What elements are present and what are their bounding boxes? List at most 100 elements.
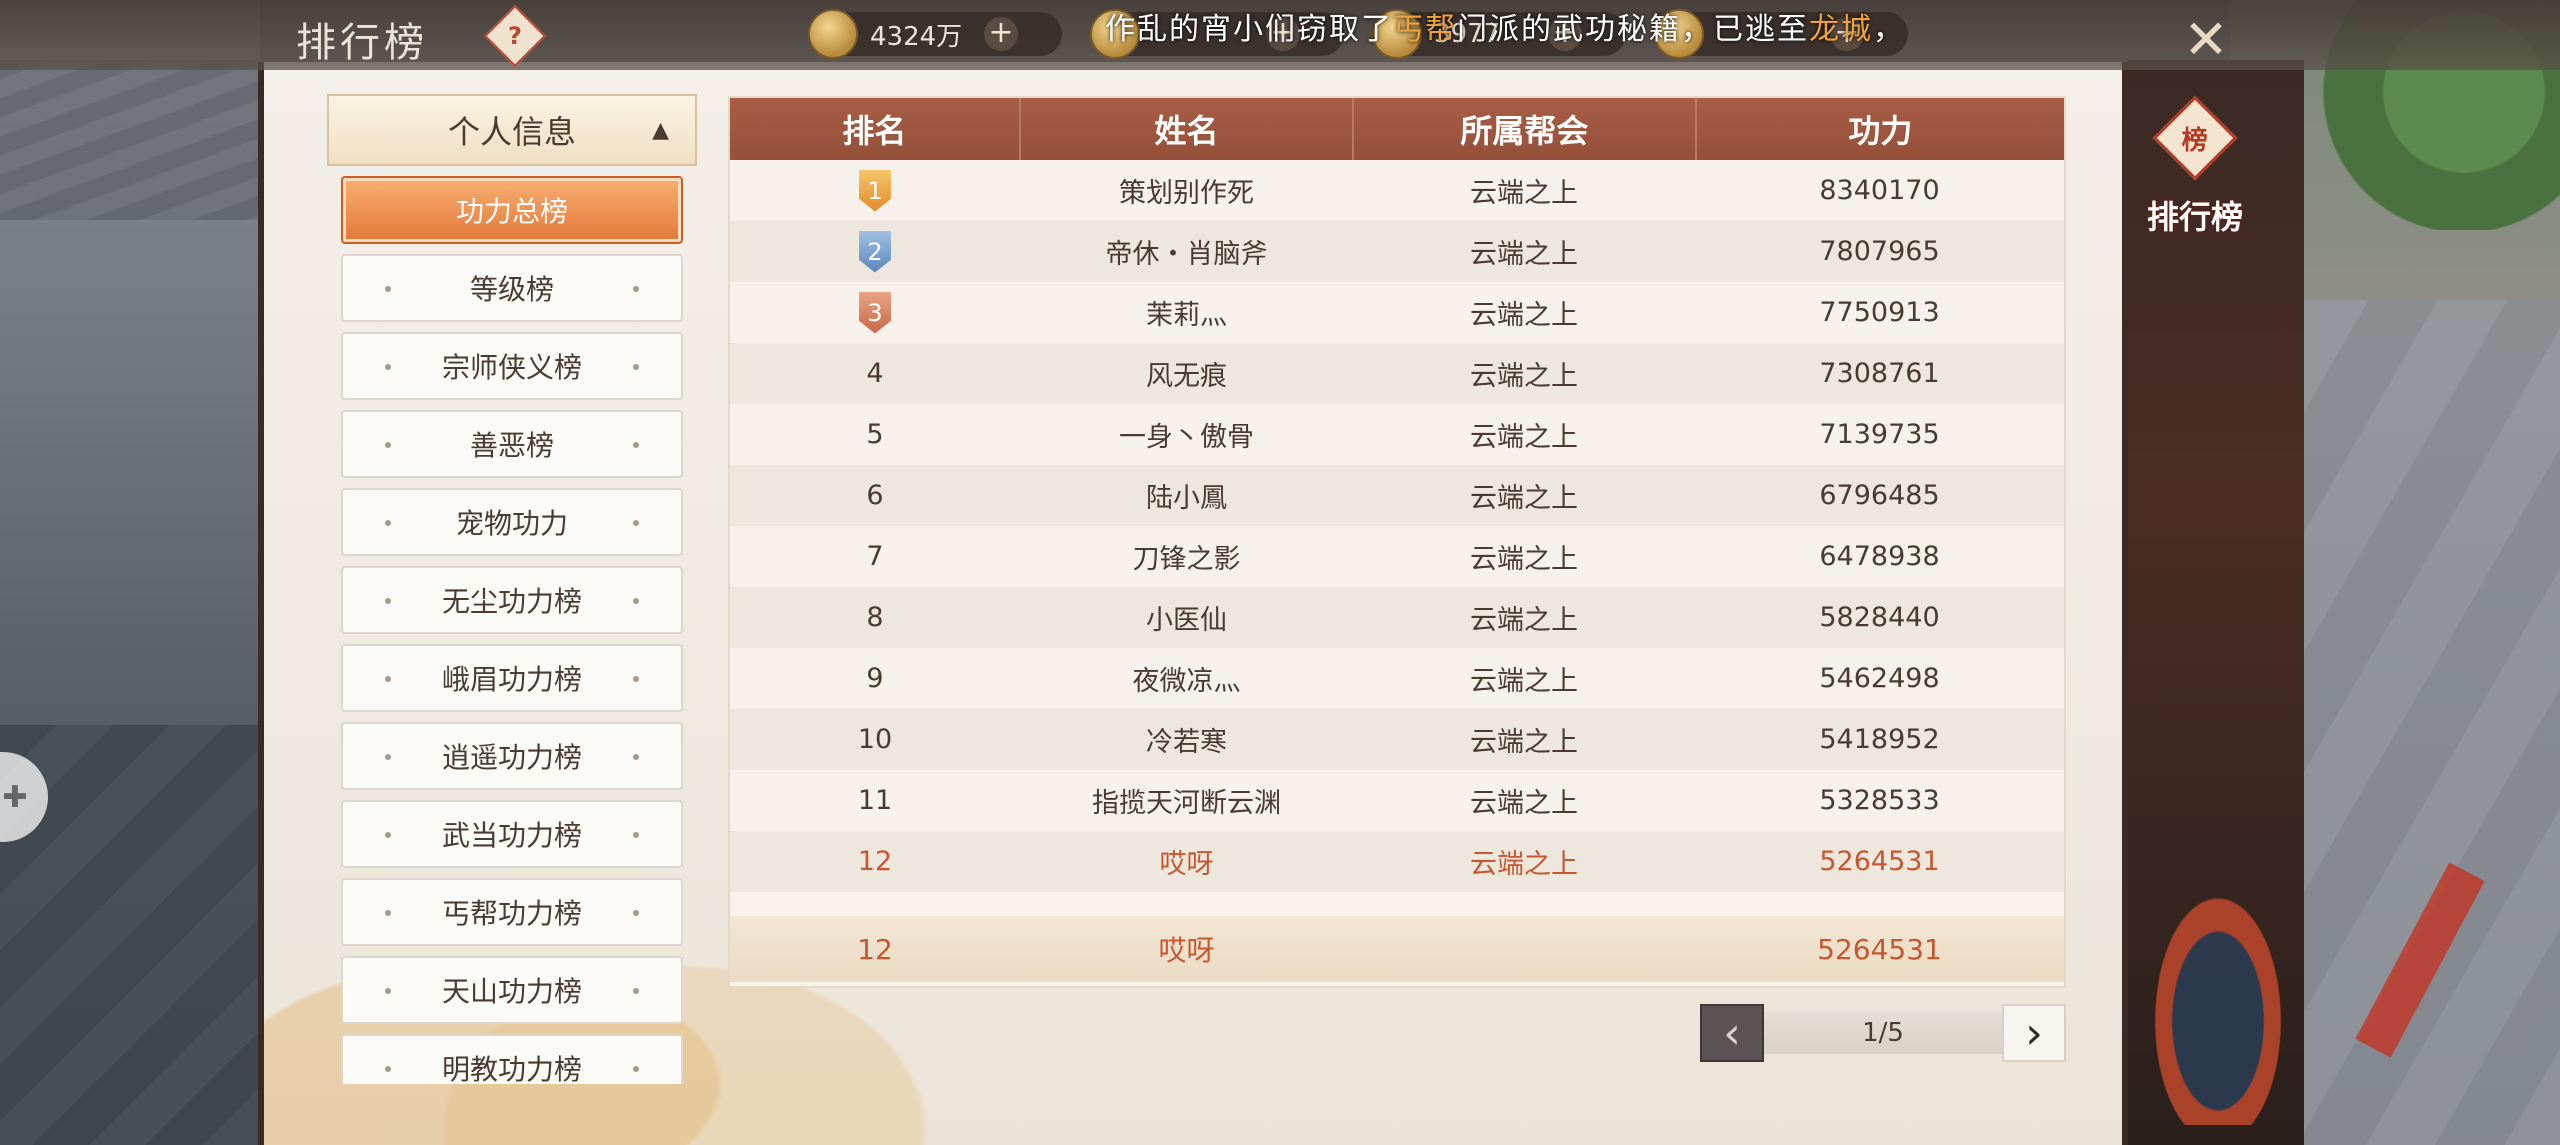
marquee-highlight-sect: 丐帮 (1393, 12, 1457, 47)
page-title: 排行榜 (296, 20, 428, 66)
cell-power: 7807965 (1819, 236, 1940, 267)
sidebar-header-personal-info[interactable]: 个人信息 ▲ (327, 94, 697, 166)
sidebar-item-10[interactable]: 天山功力榜 (341, 956, 683, 1024)
sidebar-item-11[interactable]: 明教功力榜 (341, 1034, 683, 1084)
cell-power: 5828440 (1819, 602, 1940, 633)
sidebar-item-0[interactable]: 功力总榜 (341, 176, 683, 244)
dot-decoration (385, 520, 391, 526)
copper-coin-icon (808, 9, 858, 59)
table-row[interactable]: 9 夜微凉灬 云端之上 5462498 (730, 648, 2064, 709)
ranking-category-sidebar: 个人信息 ▲ 功力总榜等级榜宗师侠义榜善恶榜宠物功力无尘功力榜峨眉功力榜逍遥功力… (327, 94, 697, 1084)
cell-power: 6796485 (1819, 480, 1940, 511)
chevron-left-icon: ‹ (1723, 1007, 1741, 1059)
cell-rank: 10 (857, 724, 893, 755)
sidebar-item-9[interactable]: 丐帮功力榜 (341, 878, 683, 946)
table-row[interactable]: 4 风无痕 云端之上 7308761 (730, 343, 2064, 404)
sidebar-item-label: 善恶榜 (469, 429, 554, 462)
cell-power: 7139735 (1819, 419, 1940, 450)
dot-decoration (633, 442, 639, 448)
sidebar-item-3[interactable]: 善恶榜 (341, 410, 683, 478)
cell-rank: 2 (730, 221, 1020, 282)
dot-decoration (385, 442, 391, 448)
cell-power: 7308761 (1819, 358, 1940, 389)
dot-decoration (633, 364, 639, 370)
column-header-name: 姓名 (1021, 98, 1355, 160)
cell-name: 茉莉灬 (1146, 300, 1227, 331)
sidebar-item-7[interactable]: 逍遥功力榜 (341, 722, 683, 790)
table-row[interactable]: 1 策划别作死 云端之上 8340170 (730, 160, 2064, 221)
marquee-text-1: 作乱的宵小们窃取了 (1105, 12, 1393, 47)
sidebar-item-label: 宗师侠义榜 (441, 351, 582, 384)
cell-power: 7750913 (1819, 297, 1940, 328)
sidebar-item-6[interactable]: 峨眉功力榜 (341, 644, 683, 712)
help-button[interactable]: ? (483, 4, 547, 68)
sidebar-item-label: 峨眉功力榜 (441, 663, 582, 696)
sidebar-item-5[interactable]: 无尘功力榜 (341, 566, 683, 634)
table-row[interactable]: 6 陆小鳳 云端之上 6796485 (730, 465, 2064, 526)
page-indicator: 1/5 (1764, 1012, 2002, 1054)
sidebar-item-label: 明教功力榜 (441, 1053, 582, 1084)
dot-decoration (385, 1066, 391, 1072)
cell-name: 陆小鳳 (1146, 483, 1227, 514)
cell-name: 夜微凉灬 (1132, 666, 1241, 697)
dot-decoration (633, 286, 639, 292)
cell-power: 5462498 (1819, 663, 1940, 694)
cell-power: 5264531 (1819, 846, 1940, 877)
close-icon: ✕ (2183, 8, 2229, 71)
sidebar-item-8[interactable]: 武当功力榜 (341, 800, 683, 868)
add-copper-button[interactable]: + (984, 17, 1018, 51)
table-row[interactable]: 10 冷若寒 云端之上 5418952 (730, 709, 2064, 770)
sidebar-list: 功力总榜等级榜宗师侠义榜善恶榜宠物功力无尘功力榜峨眉功力榜逍遥功力榜武当功力榜丐… (327, 176, 697, 1084)
cell-rank: 4 (866, 358, 884, 389)
sidebar-item-label: 丐帮功力榜 (441, 897, 582, 930)
cell-guild: 云端之上 (1470, 422, 1578, 453)
question-icon: ? (508, 21, 522, 50)
seal-text: 榜 (2181, 125, 2209, 156)
next-page-button[interactable]: › (2002, 1004, 2066, 1062)
collapse-arrow-icon: ▲ (652, 117, 669, 143)
sidebar-header-label: 个人信息 (447, 113, 576, 151)
sidebar-item-label: 宠物功力 (455, 507, 568, 540)
my-rank: 12 (857, 932, 893, 966)
dragon-decoration (2138, 865, 2298, 1125)
cell-rank: 9 (866, 663, 884, 694)
table-header: 排名 姓名 所属帮会 功力 (730, 98, 2064, 160)
cell-guild: 云端之上 (1470, 666, 1578, 697)
rank-medal-icon: 2 (859, 230, 891, 273)
currency-copper: 4324万 + (808, 9, 1062, 59)
prev-page-button[interactable]: ‹ (1700, 1004, 1764, 1062)
table-row[interactable]: 11 指揽天河断云渊 云端之上 5328533 (730, 770, 2064, 831)
cell-guild: 云端之上 (1470, 300, 1578, 331)
cell-name: 冷若寒 (1146, 727, 1227, 758)
dot-decoration (385, 676, 391, 682)
dot-decoration (633, 1066, 639, 1072)
cell-name: 策划别作死 (1119, 178, 1254, 209)
cell-guild: 云端之上 (1470, 483, 1578, 514)
ranking-seal-icon: 榜 (2152, 95, 2238, 181)
table-row[interactable]: 5 一身丶傲骨 云端之上 7139735 (730, 404, 2064, 465)
dot-decoration (633, 754, 639, 760)
dot-decoration (385, 754, 391, 760)
cell-rank: 1 (730, 160, 1020, 221)
my-rank-row: 12 哎呀 5264531 (730, 916, 2064, 982)
dot-decoration (385, 598, 391, 604)
table-row[interactable]: 2 帝休・肖脑斧 云端之上 7807965 (730, 221, 2064, 282)
sidebar-item-4[interactable]: 宠物功力 (341, 488, 683, 556)
sidebar-item-2[interactable]: 宗师侠义榜 (341, 332, 683, 400)
table-row[interactable]: 3 茉莉灬 云端之上 7750913 (730, 282, 2064, 343)
tab-ranking[interactable]: 榜 排行榜 (2120, 88, 2280, 308)
table-row[interactable]: 8 小医仙 云端之上 5828440 (730, 587, 2064, 648)
my-power: 5264531 (1817, 932, 1942, 966)
column-header-power: 功力 (1848, 112, 1913, 150)
background-roof (0, 60, 260, 220)
cell-power: 6478938 (1819, 541, 1940, 572)
my-guild (1353, 916, 1695, 982)
table-row[interactable]: 7 刀锋之影 云端之上 6478938 (730, 526, 2064, 587)
cell-rank: 3 (730, 282, 1020, 343)
dot-decoration (633, 910, 639, 916)
table-body: 1 策划别作死 云端之上 8340170 2 帝休・肖脑斧 云端之上 7807965 3 茉莉灬云… (730, 160, 2064, 892)
sidebar-item-1[interactable]: 等级榜 (341, 254, 683, 322)
dot-decoration (633, 676, 639, 682)
close-button[interactable]: ✕ (2178, 13, 2234, 70)
table-row[interactable]: 12 哎呀 云端之上 5264531 (730, 831, 2064, 892)
